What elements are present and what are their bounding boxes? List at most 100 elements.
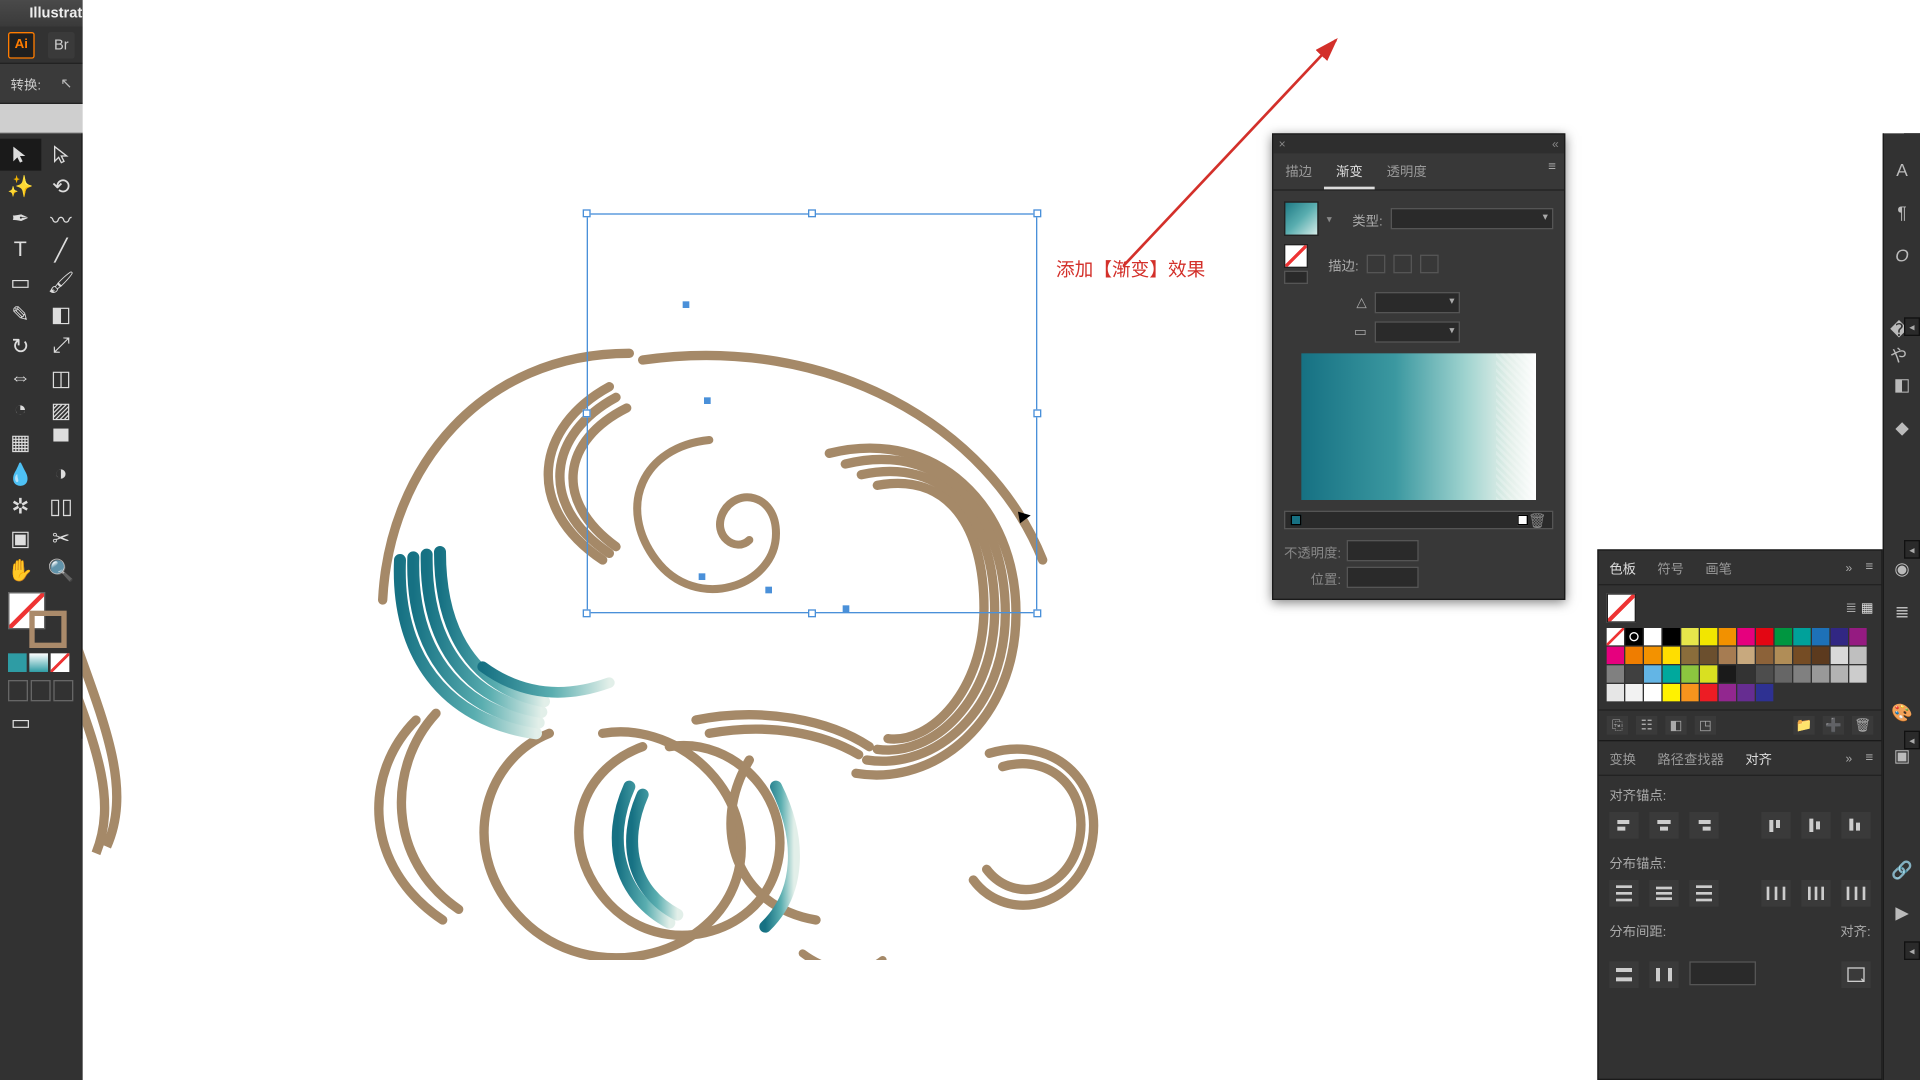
align-to-dropdown[interactable] [1841, 961, 1870, 988]
swatch-item[interactable] [1775, 647, 1792, 664]
swatch-item[interactable] [1681, 647, 1698, 664]
color-swatch-2[interactable] [29, 653, 48, 672]
artboard-tool[interactable]: ▣ [0, 523, 41, 555]
perspective-tool[interactable]: ▨ [41, 395, 82, 427]
panel-toggle-3[interactable]: ◂ [1904, 540, 1920, 559]
new-folder-icon[interactable]: 📁 [1793, 716, 1814, 735]
panel-menu-icon[interactable]: ≡ [1540, 153, 1564, 189]
swatch-item[interactable] [1700, 684, 1717, 701]
paintbrush-tool[interactable]: 🖌 [41, 267, 82, 299]
swatch-item[interactable] [1681, 684, 1698, 701]
shaper-tool[interactable]: ✎ [0, 299, 41, 331]
tab-symbols[interactable]: 符号 [1647, 551, 1695, 584]
swatch-item[interactable] [1644, 647, 1661, 664]
layers-icon[interactable]: ≣ [1890, 600, 1914, 624]
swatch-item[interactable] [1625, 647, 1642, 664]
swatch-item[interactable] [1775, 665, 1792, 682]
panel-close-icon[interactable]: × [1279, 137, 1286, 150]
swatch-item[interactable] [1831, 665, 1848, 682]
shape-builder-tool[interactable]: ◔ [0, 395, 41, 427]
swatch-item[interactable] [1793, 647, 1810, 664]
color-swatch-1[interactable] [8, 653, 27, 672]
delete-stop-icon[interactable]: 🗑 [1528, 511, 1547, 528]
symbol-sprayer-tool[interactable]: ✲ [0, 491, 41, 523]
swatch-item[interactable] [1700, 628, 1717, 645]
align-hcenter-btn[interactable] [1649, 812, 1678, 839]
align-left-btn[interactable] [1609, 812, 1638, 839]
panel-toggle-5[interactable]: ◂ [1904, 941, 1920, 960]
properties-icon[interactable]: A [1890, 157, 1914, 181]
links-icon[interactable]: 🔗 [1890, 859, 1914, 883]
panel-toggle-2[interactable]: ◂ [1904, 317, 1920, 336]
swatch-kind-icon[interactable]: ☷ [1636, 716, 1657, 735]
align-bottom-btn[interactable] [1841, 812, 1870, 839]
color-guide-icon[interactable]: 🎨 [1890, 701, 1914, 725]
hand-tool[interactable]: ✋ [0, 555, 41, 587]
swatch-item[interactable] [1644, 665, 1661, 682]
dist-vspace-btn[interactable] [1609, 961, 1638, 988]
swatch-item[interactable] [1849, 628, 1866, 645]
align-vcenter-btn[interactable] [1801, 812, 1830, 839]
swatch-item[interactable] [1663, 628, 1680, 645]
swatch-item[interactable] [1719, 628, 1736, 645]
appearance-icon[interactable]: ◉ [1890, 557, 1914, 581]
eyedropper-tool[interactable]: 💧 [0, 459, 41, 491]
draw-normal-icon[interactable] [8, 680, 28, 701]
align-menu-icon[interactable]: ≡ [1858, 745, 1882, 770]
swatch-item[interactable] [1719, 684, 1736, 701]
asset-icon[interactable]: ◧ [1890, 373, 1914, 397]
pen-tool[interactable]: ✒ [0, 203, 41, 235]
stroke-swatch[interactable] [29, 611, 66, 648]
opentype-icon[interactable]: O [1890, 243, 1914, 267]
delete-swatch-icon[interactable]: 🗑 [1852, 716, 1873, 735]
swatch-item[interactable] [1625, 684, 1642, 701]
gradient-swatch[interactable] [1284, 201, 1319, 236]
new-group-icon[interactable]: ◳ [1695, 716, 1716, 735]
swatch-item[interactable] [1700, 665, 1717, 682]
location-field[interactable] [1346, 567, 1418, 588]
paragraph-icon[interactable]: ¶ [1890, 200, 1914, 224]
swap-fill-stroke-icon[interactable] [1284, 271, 1308, 284]
swatch-item[interactable] [1756, 665, 1773, 682]
swatch-item[interactable] [1625, 665, 1642, 682]
panel-collapse-icon-3[interactable]: » [1840, 746, 1857, 770]
draw-behind-icon[interactable] [31, 680, 51, 701]
eraser-tool[interactable]: ◧ [41, 299, 82, 331]
gradient-slider[interactable]: 🗑 [1284, 511, 1553, 530]
swatch-item[interactable] [1607, 684, 1624, 701]
swatch-item[interactable] [1719, 647, 1736, 664]
swatch-item[interactable] [1700, 647, 1717, 664]
swatch-item[interactable] [1775, 628, 1792, 645]
type-tool[interactable]: T [0, 235, 41, 267]
swatch-item[interactable] [1793, 665, 1810, 682]
width-tool[interactable]: ⇔ [0, 363, 41, 395]
swatch-item[interactable] [1831, 628, 1848, 645]
list-view-icon[interactable]: ≣ [1846, 601, 1857, 616]
swatch-item[interactable] [1737, 684, 1754, 701]
dist-hspace-btn[interactable] [1649, 961, 1678, 988]
fill-stroke-indicator[interactable] [0, 587, 81, 651]
swatch-item[interactable] [1644, 684, 1661, 701]
gradient-type-dropdown[interactable] [1391, 208, 1554, 229]
align-right-btn[interactable] [1689, 812, 1718, 839]
bridge-icon[interactable]: Br [48, 31, 75, 58]
swatch-item[interactable] [1644, 628, 1661, 645]
curvature-tool[interactable]: 〰 [41, 203, 82, 235]
blend-tool[interactable]: ◑ [41, 459, 82, 491]
swatch-item[interactable] [1793, 628, 1810, 645]
free-transform-tool[interactable]: ◫ [41, 363, 82, 395]
new-swatch-icon[interactable]: ➕ [1823, 716, 1844, 735]
draw-inside-icon[interactable] [53, 680, 73, 701]
zoom-tool[interactable]: 🔍 [41, 555, 82, 587]
library-icon[interactable]: ◆ [1890, 416, 1914, 440]
grid-view-icon[interactable]: ▦ [1861, 601, 1874, 616]
swatch-item[interactable] [1812, 647, 1829, 664]
screen-mode-icon[interactable]: ▭ [0, 707, 41, 739]
swatch-item[interactable] [1756, 684, 1773, 701]
rectangle-tool[interactable]: ▭ [0, 267, 41, 299]
swatch-item[interactable] [1663, 665, 1680, 682]
swatch-item[interactable] [1812, 628, 1829, 645]
swatch-item[interactable] [1831, 647, 1848, 664]
swatch-item[interactable] [1663, 647, 1680, 664]
swatch-item[interactable] [1849, 665, 1866, 682]
